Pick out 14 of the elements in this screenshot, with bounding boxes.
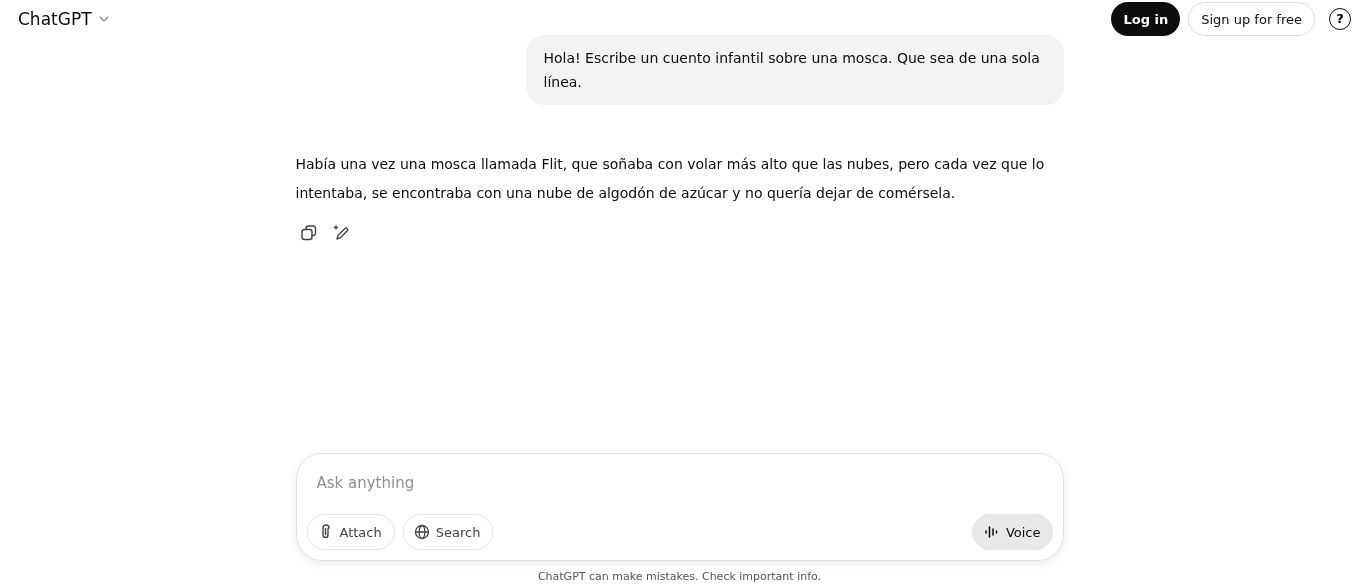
globe-icon	[413, 524, 430, 540]
search-button[interactable]: Search	[402, 514, 494, 550]
chevron-down-icon	[98, 16, 109, 22]
disclaimer-text: ChatGPT can make mistakes. Check important info.	[537, 569, 822, 585]
message-composer[interactable]: Ask anything Attach Search Voice	[295, 453, 1064, 561]
login-button[interactable]: Log in	[1111, 2, 1181, 36]
assistant-message: Había una vez una mosca llamada Flit, que soñaba con volar más alto que las nubes, pero cada vez que lo intentaba, se encontraba con una nube de algodón de azúcar y no quería dejar de comérsela.	[295, 155, 1046, 203]
user-message: Hola! Escribe un cuento infantil sobre una mosca. Que sea de una sola línea.	[525, 35, 1064, 105]
voice-waveform-icon	[983, 525, 1000, 539]
voice-button[interactable]: Voice	[971, 514, 1053, 550]
model-selector[interactable]: ChatGPT	[10, 5, 117, 33]
help-button[interactable]: ?	[1329, 8, 1351, 30]
attach-button[interactable]: Attach	[306, 514, 395, 550]
signup-button[interactable]: Sign up for free	[1188, 2, 1315, 36]
